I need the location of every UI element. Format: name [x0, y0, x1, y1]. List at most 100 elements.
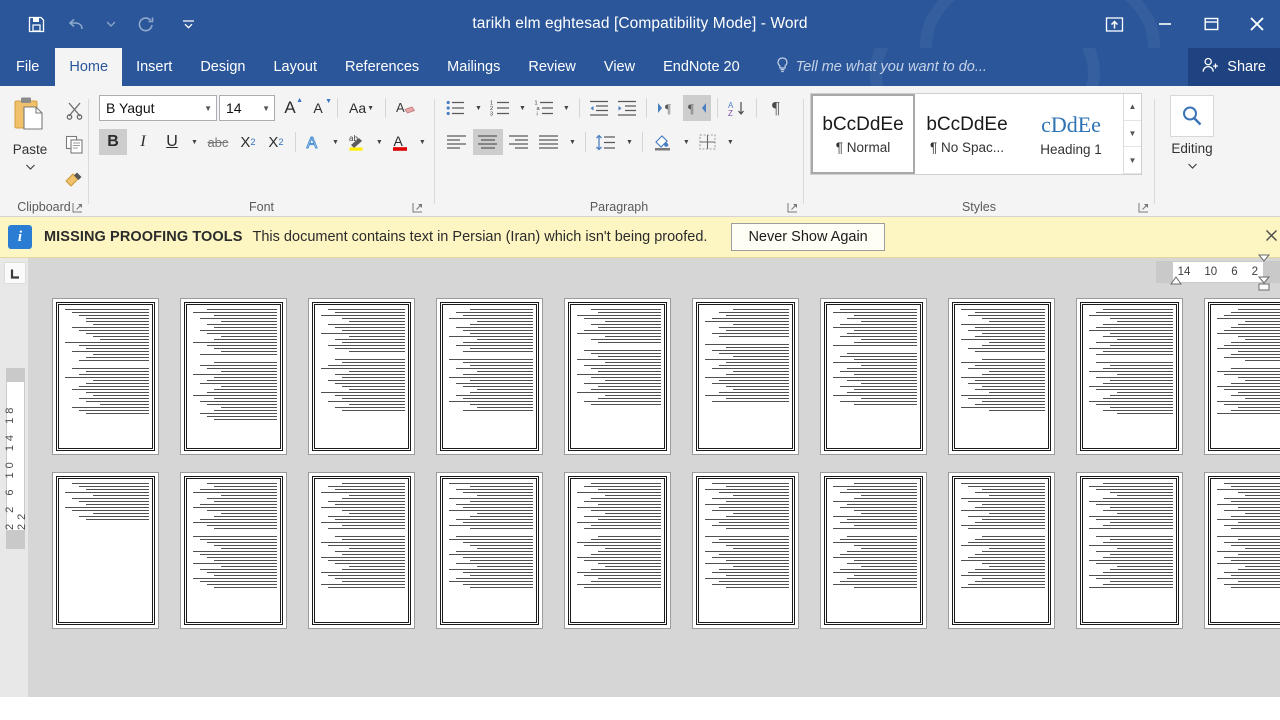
- close-icon[interactable]: [1234, 0, 1280, 48]
- page-thumbnail[interactable]: [1204, 298, 1280, 455]
- styles-scroll-buttons[interactable]: ▲ ▼ ▼: [1123, 94, 1141, 175]
- undo-dropdown-icon[interactable]: [96, 7, 126, 41]
- text-effects-button[interactable]: A: [302, 129, 326, 155]
- multilevel-dropdown-icon[interactable]: ▼: [559, 95, 573, 121]
- never-show-again-button[interactable]: Never Show Again: [731, 223, 885, 251]
- tab-layout[interactable]: Layout: [259, 48, 331, 86]
- quick-access-toolbar[interactable]: [0, 7, 208, 41]
- font-dialog-launcher-icon[interactable]: [412, 202, 424, 214]
- tell-me-search[interactable]: Tell me what you want to do...: [776, 48, 987, 86]
- copy-icon[interactable]: [60, 131, 88, 157]
- shrink-font-button[interactable]: A ▼: [305, 95, 332, 121]
- page-thumbnail[interactable]: [948, 298, 1055, 455]
- format-painter-icon[interactable]: [60, 165, 88, 191]
- undo-icon[interactable]: [56, 7, 96, 41]
- page-thumbnail[interactable]: [436, 472, 543, 629]
- minimize-icon[interactable]: [1142, 0, 1188, 48]
- page-thumbnail[interactable]: [692, 472, 799, 629]
- page-thumbnail[interactable]: [564, 298, 671, 455]
- page-thumbnail[interactable]: [180, 472, 287, 629]
- chevron-down-icon[interactable]: ▼: [262, 104, 270, 113]
- styles-scroll-up-icon[interactable]: ▲: [1124, 94, 1141, 121]
- tab-insert[interactable]: Insert: [122, 48, 186, 86]
- first-line-indent-marker-icon[interactable]: [1169, 272, 1182, 290]
- vertical-ruler[interactable]: 2 2 6 10 14 18 22: [4, 381, 28, 531]
- borders-dropdown-icon[interactable]: ▼: [723, 129, 737, 155]
- borders-icon[interactable]: [695, 129, 721, 155]
- restore-icon[interactable]: [1188, 0, 1234, 48]
- highlight-dropdown-icon[interactable]: ▼: [372, 129, 386, 155]
- tab-design[interactable]: Design: [186, 48, 259, 86]
- text-highlight-button[interactable]: ab: [344, 129, 370, 155]
- tab-endnote[interactable]: EndNote 20: [649, 48, 754, 86]
- tab-references[interactable]: References: [331, 48, 433, 86]
- find-magnifier-icon[interactable]: [1170, 95, 1214, 137]
- chevron-down-icon[interactable]: ▼: [367, 105, 374, 112]
- page-thumbnail[interactable]: [308, 298, 415, 455]
- tab-file[interactable]: File: [0, 48, 56, 86]
- clipboard-dialog-launcher-icon[interactable]: [72, 202, 84, 214]
- window-controls[interactable]: [1086, 0, 1280, 48]
- numbering-dropdown-icon[interactable]: ▼: [515, 95, 529, 121]
- left-tab-stop-icon[interactable]: [4, 262, 26, 284]
- style-heading-1[interactable]: cDdEe Heading 1: [1019, 94, 1123, 174]
- page-thumbnail[interactable]: [948, 472, 1055, 629]
- multilevel-list-icon[interactable]: 1ai: [531, 95, 557, 121]
- sort-icon[interactable]: AZ: [724, 95, 750, 121]
- decrease-indent-icon[interactable]: [586, 95, 612, 121]
- hanging-indent-marker-icon[interactable]: [1257, 252, 1271, 270]
- clear-formatting-button[interactable]: A: [392, 95, 420, 121]
- increase-indent-icon[interactable]: [614, 95, 640, 121]
- page-thumbnail[interactable]: [1076, 298, 1183, 455]
- text-effects-dropdown-icon[interactable]: ▼: [328, 129, 342, 155]
- document-area[interactable]: 14 10 6 2: [28, 254, 1280, 697]
- page-thumbnail[interactable]: [52, 472, 159, 629]
- numbering-icon[interactable]: 123: [487, 95, 513, 121]
- show-formatting-marks-icon[interactable]: ¶: [763, 95, 789, 121]
- line-spacing-dropdown-icon[interactable]: ▼: [622, 129, 636, 155]
- shading-icon[interactable]: [649, 129, 677, 155]
- cut-icon[interactable]: [60, 97, 88, 123]
- ltr-text-direction-icon[interactable]: ¶: [653, 95, 681, 121]
- styles-dialog-launcher-icon[interactable]: [1138, 202, 1150, 214]
- editing-dropdown-icon[interactable]: [1187, 156, 1197, 174]
- bullets-dropdown-icon[interactable]: ▼: [471, 95, 485, 121]
- paste-button[interactable]: Paste: [0, 91, 60, 175]
- customize-qat-icon[interactable]: [168, 7, 208, 41]
- editing-button[interactable]: Editing: [1162, 91, 1222, 174]
- page-thumbnail[interactable]: [180, 298, 287, 455]
- bullets-icon[interactable]: [443, 95, 469, 121]
- superscript-button[interactable]: X2: [263, 129, 289, 155]
- close-icon[interactable]: [1265, 229, 1278, 247]
- share-button[interactable]: Share: [1188, 48, 1280, 86]
- page-thumbnail[interactable]: [820, 472, 927, 629]
- page-thumbnail[interactable]: [1204, 472, 1280, 629]
- page-thumbnail[interactable]: [1076, 472, 1183, 629]
- align-right-icon[interactable]: [505, 129, 533, 155]
- italic-button[interactable]: I: [129, 129, 157, 155]
- grow-font-button[interactable]: A ▲: [277, 95, 303, 121]
- styles-more-icon[interactable]: ▼: [1124, 147, 1141, 175]
- left-indent-marker-icon[interactable]: [1257, 276, 1271, 296]
- redo-icon[interactable]: [126, 7, 166, 41]
- chevron-down-icon[interactable]: ▼: [204, 104, 212, 113]
- tab-mailings[interactable]: Mailings: [433, 48, 514, 86]
- line-spacing-icon[interactable]: [592, 129, 620, 155]
- justify-dropdown-icon[interactable]: ▼: [565, 129, 579, 155]
- style-normal[interactable]: bCcDdEe ¶ Normal: [811, 94, 915, 174]
- shading-dropdown-icon[interactable]: ▼: [679, 129, 693, 155]
- page-thumbnail[interactable]: [820, 298, 927, 455]
- styles-scroll-down-icon[interactable]: ▼: [1124, 121, 1141, 148]
- font-name-combo[interactable]: B Yagut ▼: [99, 95, 217, 121]
- bold-button[interactable]: B: [99, 129, 127, 155]
- horizontal-ruler[interactable]: 14 10 6 2: [1155, 254, 1280, 291]
- page-thumbnail[interactable]: [436, 298, 543, 455]
- page-thumbnail[interactable]: [308, 472, 415, 629]
- page-thumbnail[interactable]: [564, 472, 671, 629]
- justify-icon[interactable]: [535, 129, 563, 155]
- font-size-combo[interactable]: 14 ▼: [219, 95, 275, 121]
- paste-dropdown-icon[interactable]: [25, 157, 35, 175]
- align-center-icon[interactable]: [473, 129, 503, 155]
- save-icon[interactable]: [16, 7, 56, 41]
- font-color-dropdown-icon[interactable]: ▼: [415, 129, 429, 155]
